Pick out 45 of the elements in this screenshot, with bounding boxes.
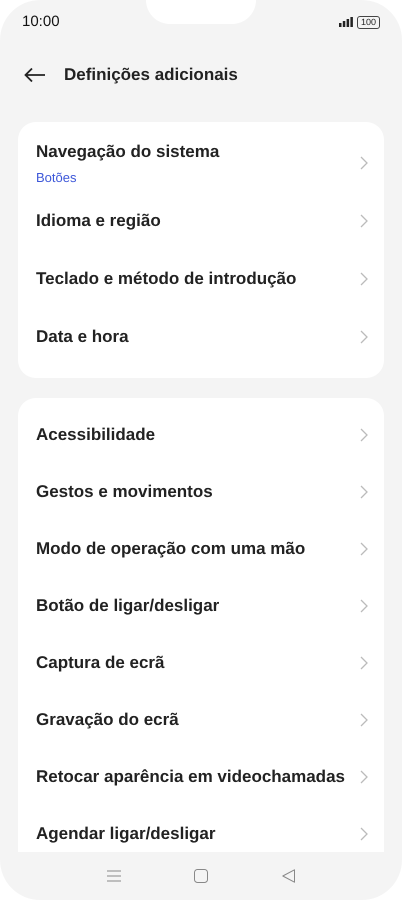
item-title: Retocar aparência em videochamadas: [36, 766, 345, 788]
settings-item[interactable]: Teclado e método de introdução: [18, 250, 384, 308]
item-title: Navegação do sistema: [36, 141, 220, 163]
menu-icon[interactable]: [106, 870, 121, 882]
page-title: Definições adicionais: [64, 64, 238, 86]
item-title: Botão de ligar/desligar: [36, 594, 220, 617]
home-icon[interactable]: [194, 869, 208, 883]
settings-item[interactable]: Captura de ecrã: [18, 634, 384, 691]
status-time: 10:00: [22, 12, 60, 32]
settings-item[interactable]: Modo de operação com uma mão: [18, 520, 384, 577]
item-title: Gravação do ecrã: [36, 708, 179, 731]
chevron-icon: [360, 770, 368, 784]
item-title: Modo de operação com uma mão: [36, 538, 306, 560]
settings-item[interactable]: Idioma e região: [18, 192, 384, 250]
settings-item[interactable]: Data e hora: [18, 308, 384, 366]
settings-item[interactable]: Botão de ligar/desligar: [18, 577, 384, 634]
settings-item[interactable]: Acessibilidade: [18, 406, 384, 463]
back-nav-icon[interactable]: [282, 869, 296, 883]
item-title: Agendar ligar/desligar: [36, 822, 216, 845]
chevron-icon: [360, 330, 368, 344]
chevron-icon: [360, 156, 368, 170]
chevron-icon: [360, 428, 368, 442]
chevron-icon: [360, 712, 368, 726]
item-title: Idioma e região: [36, 210, 161, 232]
item-value: Botões: [36, 168, 78, 186]
settings-item[interactable]: Agendar ligar/desligar: [18, 805, 384, 852]
chevron-icon: [360, 656, 368, 670]
chevron-icon: [360, 598, 368, 612]
chevron-icon: [360, 542, 368, 556]
settings-item[interactable]: Gravação do ecrã: [18, 691, 384, 748]
item-title: Captura de ecrã: [36, 652, 164, 674]
item-title: Data e hora: [36, 326, 129, 348]
item-title: Teclado e método de introdução: [36, 268, 296, 290]
battery-level: 100: [356, 16, 380, 28]
signal-icon: [338, 17, 353, 27]
settings-item[interactable]: Retocar aparência em videochamadas: [18, 748, 384, 805]
settings-item[interactable]: Gestos e movimentos: [18, 463, 384, 520]
back-icon[interactable]: [24, 67, 46, 83]
chevron-icon: [360, 826, 368, 840]
settings-item[interactable]: Navegação do sistema Botões: [18, 134, 384, 192]
item-title: Acessibilidade: [36, 424, 156, 446]
chevron-icon: [360, 484, 368, 498]
chevron-icon: [360, 214, 368, 228]
chevron-icon: [360, 272, 368, 286]
item-title: Gestos e movimentos: [36, 480, 213, 503]
